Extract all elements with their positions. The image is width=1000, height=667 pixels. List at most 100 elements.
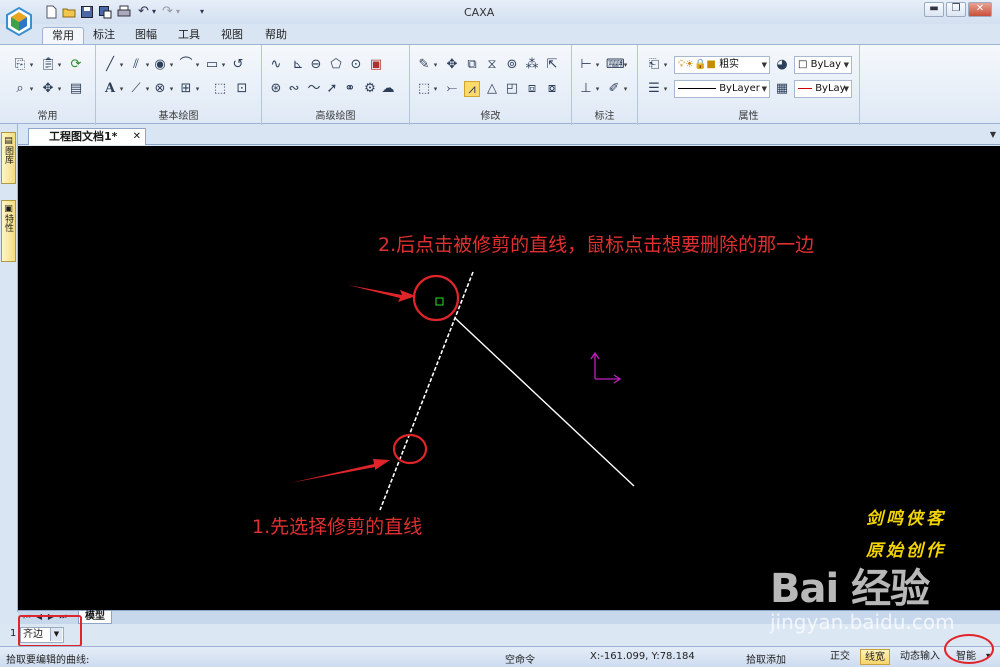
fillet-icon[interactable]: ◰: [504, 81, 520, 97]
copy-dropdown-icon[interactable]: ▾: [28, 57, 35, 73]
layer-manager-dropdown-icon[interactable]: ▾: [662, 57, 669, 73]
redo-dropdown-icon[interactable]: ▾: [176, 5, 190, 19]
text-style-dropdown-icon[interactable]: ▾: [622, 57, 629, 73]
arrow-icon[interactable]: ➚: [324, 81, 340, 97]
block-icon[interactable]: ⊞: [178, 81, 194, 97]
trim-icon[interactable]: ⩘: [464, 81, 480, 97]
scale-icon[interactable]: ⇱: [544, 57, 560, 73]
line-width-dropdown-icon[interactable]: ▾: [662, 81, 669, 97]
image-frame-icon[interactable]: ⬚: [212, 81, 228, 97]
point-icon[interactable]: ⊡: [234, 81, 250, 97]
minimize-button[interactable]: ▬: [924, 2, 944, 17]
copy-move-icon[interactable]: ⧉: [464, 57, 480, 73]
drawing-canvas[interactable]: 2.后点击被修剪的直线，鼠标点击想要删除的那一边 1.先选择修剪的直线 剑鸣侠客…: [18, 146, 1000, 610]
model-tab[interactable]: 模型: [78, 611, 112, 624]
gear-profile-icon[interactable]: ⚙: [362, 81, 378, 97]
rotate-icon[interactable]: ⊚: [504, 57, 520, 73]
ellipse-icon[interactable]: ⊖: [308, 57, 324, 73]
tabs-dropdown-icon[interactable]: ▼: [990, 130, 996, 139]
layer-combo[interactable]: 💡︎☀🔒■ 粗实 ▼: [674, 56, 770, 74]
polygon-icon[interactable]: ⬠: [328, 57, 344, 73]
hatch-dropdown-icon[interactable]: ▾: [168, 81, 175, 97]
layer-manager-icon[interactable]: ⎗: [646, 57, 662, 73]
parallel-line-icon[interactable]: ⫽: [128, 57, 144, 73]
undo-icon[interactable]: ↶: [138, 5, 152, 19]
hole-icon[interactable]: ▣: [368, 57, 384, 73]
cutting-line[interactable]: [379, 271, 474, 511]
spline-dropdown-icon[interactable]: ▾: [144, 81, 151, 97]
delete-dropdown-icon[interactable]: ▾: [432, 57, 439, 73]
stretch-dropdown-icon[interactable]: ▾: [432, 81, 439, 97]
line-icon[interactable]: ╱: [102, 57, 118, 73]
mirror-icon[interactable]: ⧖: [484, 57, 500, 73]
dimension-icon[interactable]: ⊢: [578, 57, 594, 73]
block-dropdown-icon[interactable]: ▾: [194, 81, 201, 97]
trimmed-line[interactable]: [454, 317, 635, 487]
zoom-dropdown-icon[interactable]: ▾: [28, 81, 35, 97]
color-wheel-icon[interactable]: ◕: [774, 57, 790, 73]
spline-icon[interactable]: ⟋: [128, 81, 144, 97]
chain-icon[interactable]: ⚭: [342, 81, 358, 97]
zoom-icon[interactable]: ⌕: [12, 81, 28, 97]
extend-icon[interactable]: △: [484, 81, 500, 97]
polyline-icon[interactable]: ∿: [268, 57, 284, 73]
tab-tools[interactable]: 工具: [169, 27, 209, 44]
pan-icon[interactable]: ✥: [40, 81, 56, 97]
linewidth-combo[interactable]: ByLay ▼: [794, 80, 852, 98]
close-icon[interactable]: ✕: [133, 129, 141, 144]
coordinate-dim-dropdown-icon[interactable]: ▾: [594, 81, 601, 97]
move-icon[interactable]: ✥: [444, 57, 460, 73]
coordinate-dim-icon[interactable]: ⊥: [578, 81, 594, 97]
dock-tab-library[interactable]: ▤ 图库: [1, 132, 16, 184]
stretch-icon[interactable]: ⬚: [416, 81, 432, 97]
hatch-icon[interactable]: ⊗: [152, 81, 168, 97]
line-width-icon[interactable]: ☰: [646, 81, 662, 97]
circle-icon[interactable]: ◉: [152, 57, 168, 73]
parallel-dropdown-icon[interactable]: ▾: [144, 57, 151, 73]
paste-icon[interactable]: 📋︎: [40, 57, 57, 73]
centermark-icon[interactable]: ⊙: [348, 57, 364, 73]
regenerate-icon[interactable]: ⟳: [68, 57, 84, 73]
text-icon[interactable]: A: [102, 81, 118, 97]
wave-line-icon[interactable]: ⊛: [268, 81, 284, 97]
circle-dropdown-icon[interactable]: ▾: [168, 57, 175, 73]
text-style-icon[interactable]: ⌨: [606, 57, 625, 73]
status-snap-pick[interactable]: 拾取添加: [746, 651, 786, 666]
tab-common[interactable]: 常用: [42, 27, 84, 44]
save-as-icon[interactable]: [98, 5, 112, 19]
close-button[interactable]: ✕: [968, 2, 992, 17]
ortho-line-icon[interactable]: ⊾: [290, 57, 306, 73]
match-properties-icon[interactable]: ▤: [68, 81, 84, 97]
open-folder-icon[interactable]: [62, 5, 76, 19]
dimension-dropdown-icon[interactable]: ▾: [594, 57, 601, 73]
linetype-combo[interactable]: ByLayer ▼: [674, 80, 770, 98]
lineweight-toggle[interactable]: 线宽: [860, 649, 890, 665]
document-tab[interactable]: 工程图文档1* ✕: [28, 128, 146, 145]
break-icon[interactable]: ⤚: [444, 81, 460, 97]
cloud-icon[interactable]: ☁: [380, 81, 396, 97]
print-icon[interactable]: [117, 5, 131, 19]
centerline-icon[interactable]: ↺: [230, 57, 246, 73]
break-line-icon[interactable]: 〜: [306, 81, 322, 97]
explode-icon[interactable]: ⧈: [524, 81, 540, 97]
redo-icon[interactable]: ↷: [162, 5, 176, 19]
leader-icon[interactable]: ✐: [606, 81, 622, 97]
rectangle-icon[interactable]: ▭: [204, 57, 220, 73]
arc-dropdown-icon[interactable]: ▾: [194, 57, 201, 73]
tab-view[interactable]: 视图: [212, 27, 252, 44]
copy-icon[interactable]: ⎘: [12, 57, 28, 73]
tab-help[interactable]: 帮助: [256, 27, 296, 44]
paste-dropdown-icon[interactable]: ▾: [56, 57, 63, 73]
arc-icon[interactable]: ⌒: [178, 57, 194, 73]
rectangle-dropdown-icon[interactable]: ▾: [220, 57, 227, 73]
leader-dropdown-icon[interactable]: ▾: [622, 81, 629, 97]
text-dropdown-icon[interactable]: ▾: [118, 81, 125, 97]
color-combo[interactable]: □ ByLay ▼: [794, 56, 852, 74]
restore-button[interactable]: ❐: [946, 2, 966, 17]
tab-sheet[interactable]: 图幅: [126, 27, 166, 44]
delete-icon[interactable]: ✎: [416, 57, 432, 73]
offset-icon[interactable]: ⧇: [544, 81, 560, 97]
pan-dropdown-icon[interactable]: ▾: [56, 81, 63, 97]
dynamic-input-toggle[interactable]: 动态输入: [896, 649, 944, 665]
tab-annotate[interactable]: 标注: [84, 27, 124, 44]
